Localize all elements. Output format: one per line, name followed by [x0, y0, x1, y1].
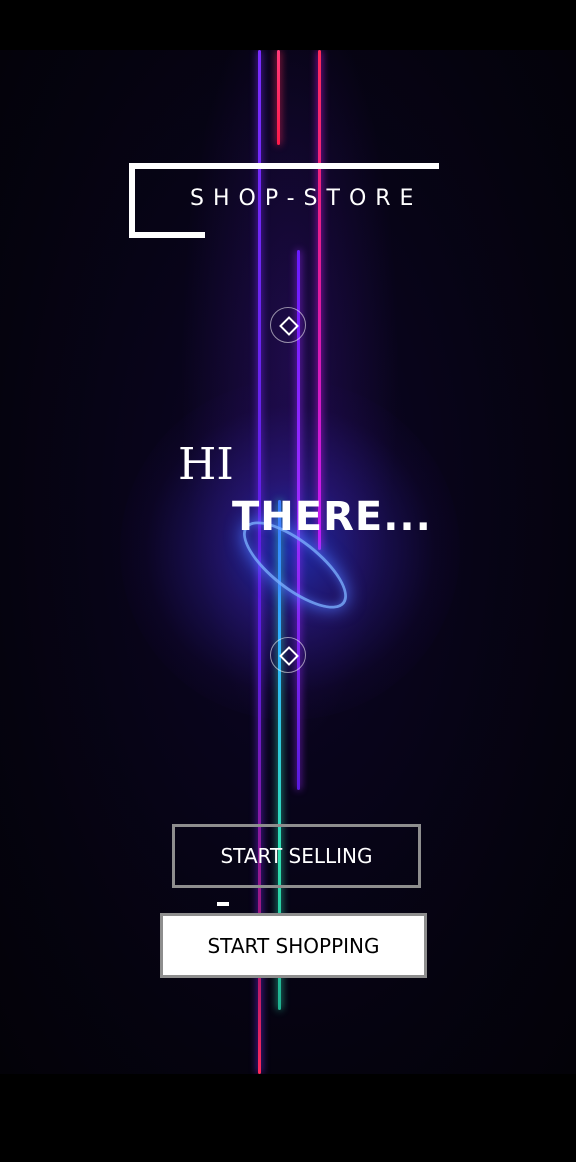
diamond-icon-top [270, 307, 306, 343]
neon-line-magenta-right [318, 50, 321, 550]
start-selling-button[interactable]: START SELLING [172, 824, 421, 888]
dash-divider [217, 902, 229, 906]
neon-line-red-short [277, 50, 280, 145]
navigation-bar [0, 1074, 576, 1162]
logo-frame-left [129, 163, 135, 238]
logo-frame-top [129, 163, 439, 169]
status-bar [0, 0, 576, 50]
app-logo-text: SHOP-STORE [190, 186, 423, 211]
greeting-hi: HI [178, 439, 234, 490]
logo-frame-bottom [129, 232, 205, 238]
start-shopping-button[interactable]: START SHOPPING [160, 913, 427, 978]
greeting-there: THERE... [232, 494, 432, 540]
diamond-icon-bottom [270, 637, 306, 673]
